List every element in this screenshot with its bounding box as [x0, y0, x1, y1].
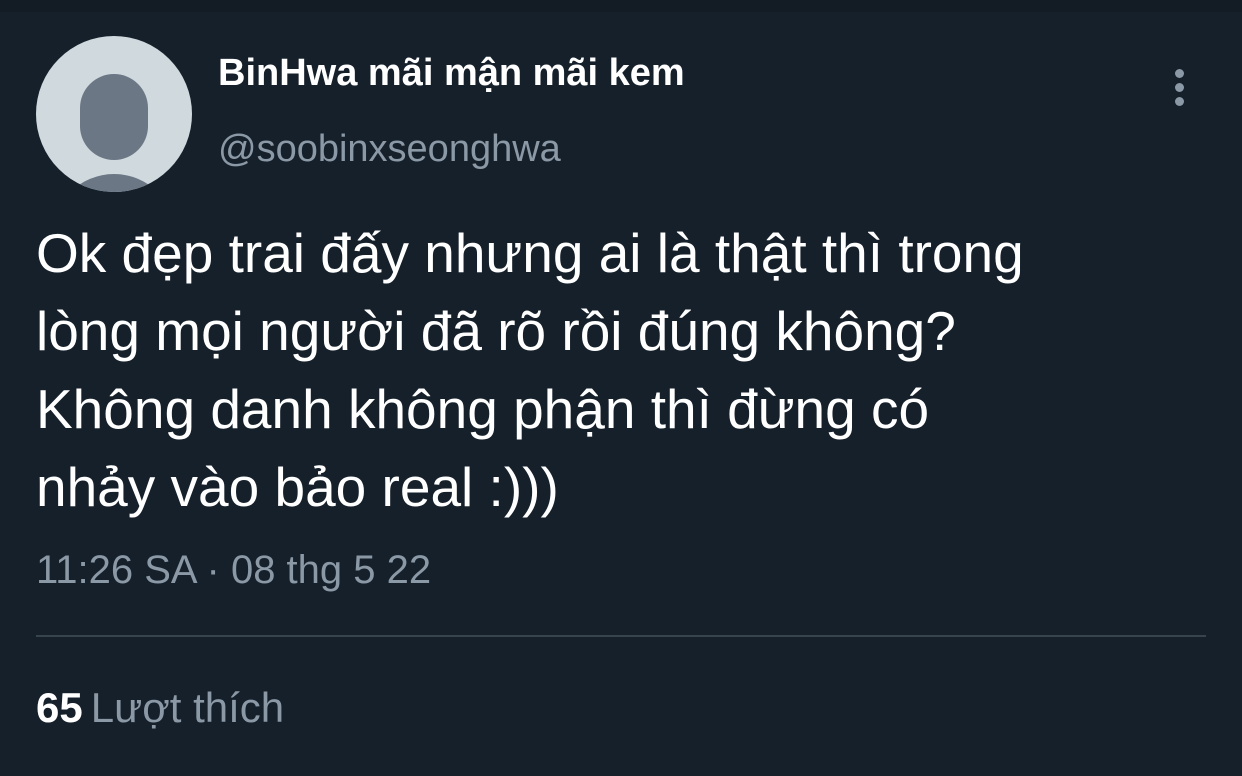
tweet-text-line: Không danh không phận thì đừng có [36, 378, 930, 440]
avatar-head [80, 74, 148, 160]
tweet-text-line: nhảy vào bảo real :))) [36, 456, 559, 518]
more-options-icon [1174, 68, 1184, 78]
author-handle[interactable]: @soobinxseonghwa [218, 128, 561, 171]
default-avatar-icon[interactable] [36, 36, 192, 192]
tweet-timestamp[interactable]: 11:26 SA · 08 thg 5 22 [36, 548, 431, 593]
tweet-text-line: lòng mọi người đã rõ rồi đúng không? [36, 300, 956, 362]
more-options-icon-dot [1174, 82, 1184, 92]
tweet: BinHwa mãi mận mãi kem @soobinxseonghwa … [0, 0, 1242, 776]
author-display-name[interactable]: BinHwa mãi mận mãi kem [218, 52, 685, 95]
avatar-body [52, 174, 176, 192]
more-options-icon-dot [1174, 96, 1184, 106]
divider [36, 635, 1206, 637]
tweet-text-line: Ok đẹp trai đấy nhưng ai là thật thì tro… [36, 222, 1024, 284]
likes-count: 65 [36, 684, 83, 731]
tweet-text: Ok đẹp trai đấy nhưng ai là thật thì tro… [36, 214, 1216, 526]
likes-stat[interactable]: 65 Lượt thích [36, 684, 284, 732]
top-border [0, 0, 1242, 12]
more-options-button[interactable] [1160, 62, 1198, 112]
likes-label: Lượt thích [90, 684, 285, 731]
